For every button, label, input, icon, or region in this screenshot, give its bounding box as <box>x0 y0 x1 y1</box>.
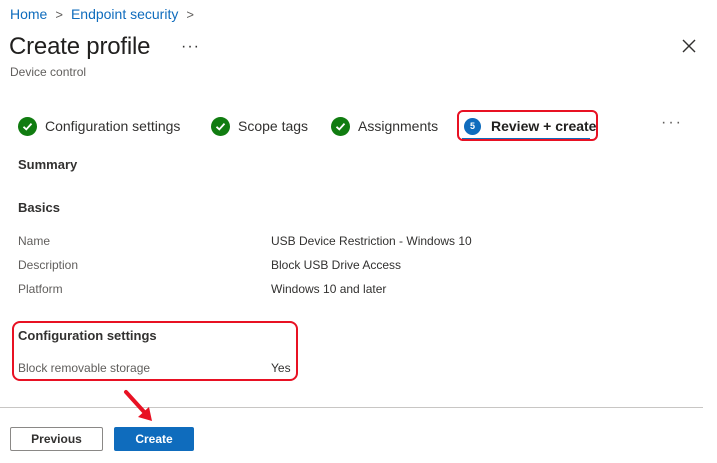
page-title: Create profile <box>9 33 151 60</box>
tab-scope-tags[interactable]: Scope tags <box>211 108 308 144</box>
create-button[interactable]: Create <box>114 427 194 451</box>
name-label: Name <box>18 234 51 248</box>
breadcrumb-home-link[interactable]: Home <box>10 6 47 22</box>
more-options-button[interactable]: ··· <box>181 38 200 56</box>
breadcrumb-endpoint-security-link[interactable]: Endpoint security <box>71 6 178 22</box>
tab-configuration-settings[interactable]: Configuration settings <box>18 108 180 144</box>
name-value: USB Device Restriction - Windows 10 <box>271 234 472 248</box>
breadcrumb-separator: > <box>186 6 194 22</box>
block-removable-storage-value: Yes <box>271 361 291 375</box>
tab-label: Configuration settings <box>45 118 181 134</box>
previous-button[interactable]: Previous <box>10 427 103 451</box>
footer-divider <box>0 407 703 408</box>
highlight-box-review-tab <box>457 110 598 141</box>
check-circle-icon <box>331 116 350 136</box>
basics-heading: Basics <box>18 200 60 215</box>
page-subtitle: Device control <box>10 65 87 79</box>
check-circle-icon <box>211 116 230 136</box>
tab-assignments[interactable]: Assignments <box>331 108 438 144</box>
close-icon[interactable] <box>680 37 698 55</box>
platform-label: Platform <box>18 282 63 296</box>
platform-value: Windows 10 and later <box>271 282 387 296</box>
summary-heading: Summary <box>18 157 78 172</box>
check-circle-icon <box>18 116 37 136</box>
description-value: Block USB Drive Access <box>271 258 402 272</box>
tab-label: Scope tags <box>238 118 309 134</box>
breadcrumb: Home > Endpoint security > <box>10 6 202 22</box>
red-arrow-icon <box>124 390 152 421</box>
breadcrumb-separator: > <box>55 6 63 22</box>
tab-label: Assignments <box>358 118 439 134</box>
tabs-overflow-button[interactable]: ··· <box>661 114 683 132</box>
wizard-tabs: Configuration settings Scope tags Assign… <box>0 108 717 148</box>
configuration-settings-heading: Configuration settings <box>18 328 157 343</box>
block-removable-storage-label: Block removable storage <box>18 361 151 375</box>
description-label: Description <box>18 258 79 272</box>
